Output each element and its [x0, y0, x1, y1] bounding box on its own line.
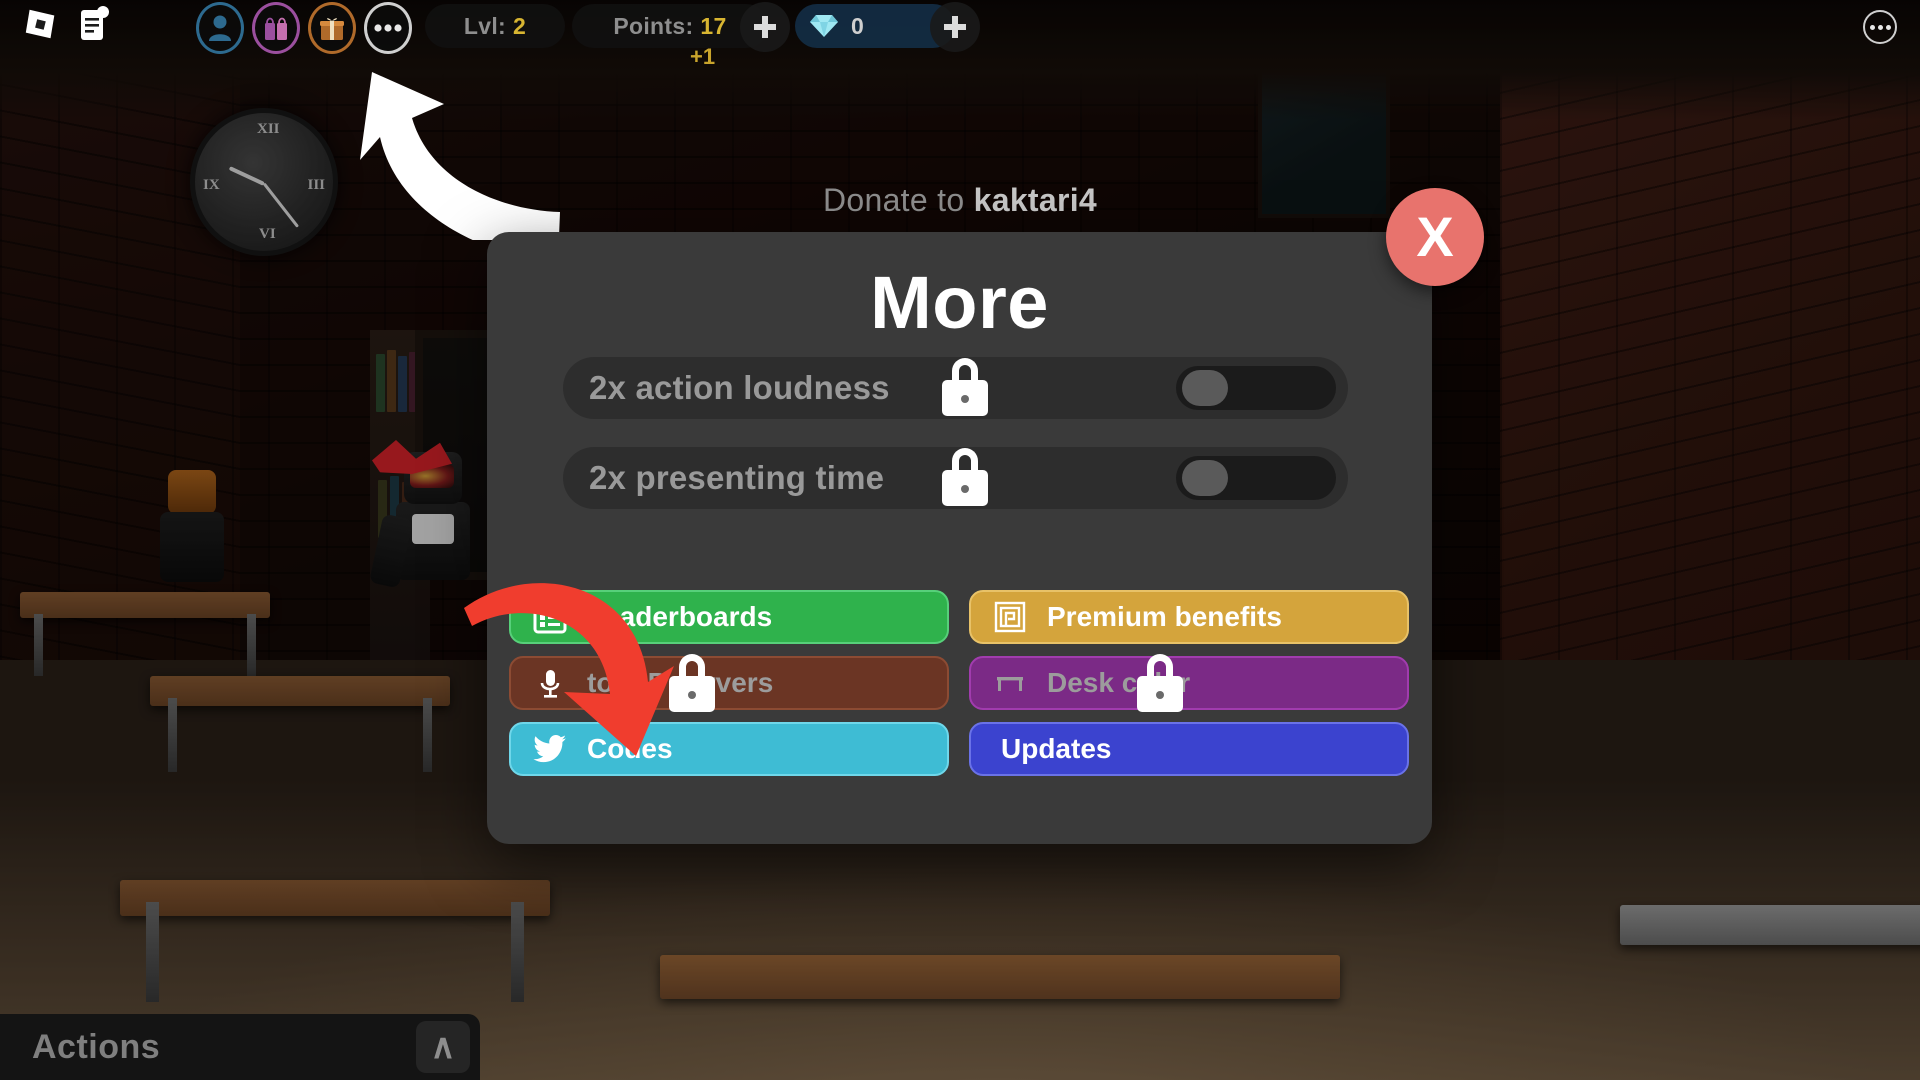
lock-icon [942, 448, 988, 506]
present-icon [320, 18, 344, 40]
toggle-knob [1182, 460, 1228, 496]
points-gain-text: +1 [690, 44, 716, 69]
updates-button[interactable]: Updates [969, 722, 1409, 776]
gems-value: 0 [851, 12, 864, 39]
add-points-button[interactable] [740, 2, 790, 52]
gifts-button[interactable] [252, 2, 300, 54]
diamond-icon [810, 15, 838, 37]
roblox-logo-icon[interactable] [22, 6, 60, 44]
add-gems-button[interactable] [930, 2, 980, 52]
points-indicator: Points: 17 [572, 4, 768, 48]
points-value: 17 [700, 12, 727, 39]
close-button[interactable]: X [1386, 188, 1484, 286]
points-label: Points: [613, 12, 694, 39]
level-value: 2 [513, 12, 527, 39]
donate-prefix: Donate to [822, 182, 974, 218]
close-x-icon: X [1416, 205, 1454, 268]
premium-label: Premium benefits [1047, 601, 1282, 632]
premium-icon [991, 598, 1029, 636]
desk-color-button[interactable]: Desk color [969, 654, 1409, 712]
level-label: Lvl: [463, 12, 506, 39]
red-arrow [464, 583, 674, 756]
white-arrow [360, 72, 560, 240]
lock-icon [942, 358, 988, 416]
level-indicator: Lvl: 2 [425, 4, 565, 48]
actions-label: Actions [32, 1027, 161, 1066]
updates-label: Updates [1001, 733, 1112, 764]
avatar-shop-button[interactable] [196, 2, 244, 54]
donate-username: kaktari4 [973, 182, 1098, 218]
toggle-label: 2x action loudness [589, 369, 890, 406]
toggle-switch-presenting-time[interactable] [1176, 456, 1336, 500]
desk-icon [991, 664, 1029, 702]
plus-icon [944, 16, 966, 38]
plus-icon [754, 16, 776, 38]
donate-prompt: Donate to kaktari4 [0, 182, 1920, 219]
top-hud: Lvl: 2 Points: 17 +1 0 [0, 0, 1920, 69]
ellipsis-icon [374, 24, 402, 32]
more-button[interactable] [364, 2, 412, 54]
rewards-button[interactable] [308, 2, 356, 54]
toggle-knob [1182, 370, 1228, 406]
toggle-switch-action-loudness[interactable] [1176, 366, 1336, 410]
person-icon [209, 15, 231, 41]
gift-bags-icon [265, 17, 287, 40]
toggle-label: 2x presenting time [589, 459, 885, 496]
premium-benefits-button[interactable]: Premium benefits [969, 590, 1409, 644]
chevron-up-icon[interactable]: ∧ [416, 1021, 470, 1073]
lock-icon [1137, 654, 1183, 712]
game-menu-button[interactable] [1858, 5, 1902, 49]
notes-icon[interactable] [78, 6, 112, 44]
modal-title: More [870, 261, 1049, 344]
actions-bar[interactable]: Actions ∧ [0, 1014, 480, 1080]
ellipsis-circle-icon [1863, 10, 1897, 44]
